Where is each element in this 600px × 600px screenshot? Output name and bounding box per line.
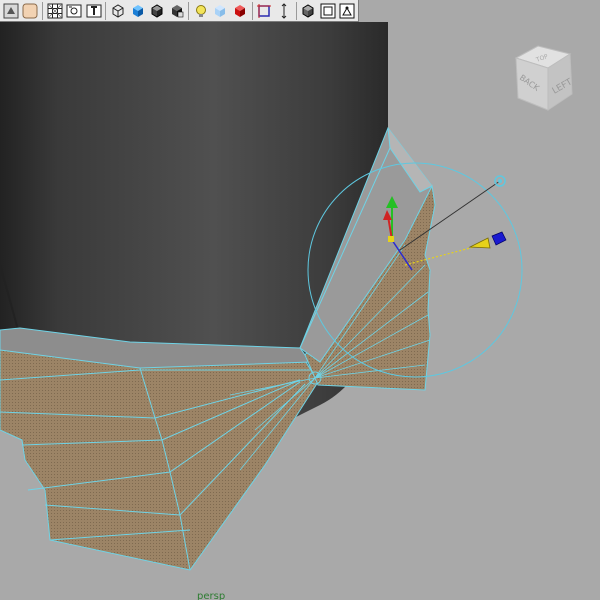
smooth-shade-icon[interactable] — [129, 2, 146, 20]
view-cube[interactable]: BACK LEFT TOP — [508, 40, 584, 116]
shadows-icon[interactable] — [212, 2, 229, 20]
light-target-handle[interactable] — [491, 231, 507, 246]
image-plane-icon[interactable] — [65, 2, 82, 20]
xray-icon[interactable] — [231, 2, 248, 20]
select-camera-icon[interactable] — [2, 2, 19, 20]
use-all-lights-icon[interactable] — [192, 2, 209, 20]
camera-attributes-icon[interactable] — [21, 2, 38, 20]
safe-action-icon[interactable] — [339, 2, 356, 20]
isolate-select-icon[interactable] — [256, 2, 273, 20]
grid-icon[interactable] — [46, 2, 63, 20]
toolbar-separator — [41, 1, 43, 20]
light-cone-icon[interactable] — [468, 237, 491, 249]
toolbar-separator — [105, 1, 107, 20]
camera-name-label: persp — [197, 591, 226, 600]
resolution-gate-frame-icon[interactable] — [319, 2, 336, 20]
viewport-toolbar — [0, 0, 359, 22]
toolbar-separator — [251, 1, 253, 20]
toolbar-separator — [188, 1, 190, 20]
film-gate-icon[interactable] — [85, 2, 102, 20]
wireframe-on-shaded-icon[interactable] — [148, 2, 165, 20]
3d-viewport[interactable]: BACK LEFT TOP persp — [0, 0, 600, 600]
default-material-icon[interactable] — [168, 2, 185, 20]
wireframe-icon[interactable] — [109, 2, 126, 20]
collar-mesh[interactable] — [0, 327, 319, 571]
toolbar-separator — [295, 1, 297, 20]
resolution-gate-icon[interactable] — [300, 2, 317, 20]
xray-joints-icon[interactable] — [275, 2, 292, 20]
